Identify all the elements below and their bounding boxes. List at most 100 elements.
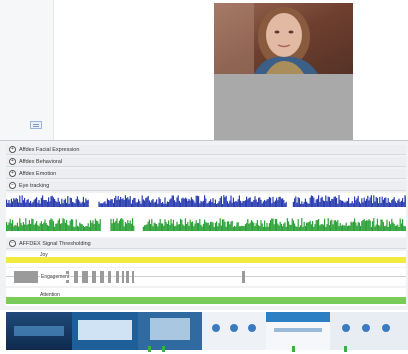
thumbnail[interactable] [138,312,202,350]
pupil-signal-bar [24,224,26,231]
pupil-signal-bar [61,223,63,231]
collapse-icon[interactable]: − [9,240,16,247]
pupil-signal-bar [198,223,200,231]
gaze-signal-bar [39,203,41,207]
gaze-signal-bar [69,197,71,207]
attention-bar [6,297,406,304]
pupil-signal-bar [176,221,178,231]
gaze-signal-bar [49,201,51,207]
pupil-signal-bar [142,226,144,231]
pupil-signal-bar [127,219,129,231]
pupil-signal-bar [357,222,359,231]
gaze-signal-bar [130,203,132,207]
gaze-signal-bar [229,200,231,207]
engagement-track: Engagement [6,268,406,286]
thumbnail-strip[interactable] [6,312,408,350]
gaze-signal-bar [154,201,156,207]
joy-track: Joy [6,251,406,267]
pupil-signal-bar [247,218,249,231]
gaze-signal-bar [344,202,346,207]
section-emotion[interactable]: + Affdex Emotion [6,169,406,179]
gaze-signal-bar [234,201,236,207]
pupil-signal-bar [81,224,83,231]
webcam-image [214,3,353,74]
gaze-signal-bar [76,196,78,207]
pupil-signal-bar [284,222,286,231]
expand-icon[interactable]: + [9,158,16,165]
gaze-signal-bar [376,198,378,207]
gaze-signal-bar [258,197,260,207]
pupil-signal-bar [212,222,214,231]
section-eye-tracking[interactable]: − Eye tracking [6,181,406,191]
pupil-signal-bar [294,223,296,231]
thumbnail[interactable] [72,312,138,350]
gaze-signal-bar [252,201,254,207]
pupil-signal-bar [180,218,182,231]
gaze-signal-bar [9,203,11,207]
gaze-signal-bar [157,203,159,207]
section-signal-thresholding[interactable]: − AFFDEX Signal Thresholding [6,239,406,249]
pupil-signal-bar [393,223,395,231]
pupil-signal-bar [58,218,60,231]
section-behavioral[interactable]: + Affdex Behavioral [6,157,406,167]
pupil-signal-bar [217,226,219,231]
pupil-signal-bar [360,225,362,231]
thumbnail[interactable] [330,312,408,350]
thumbnail[interactable] [266,312,330,350]
gaze-signal-bar [308,203,310,207]
pupil-signal-bar [120,218,122,231]
pupil-signal-bar [164,219,166,231]
pupil-signal-bar [20,223,22,231]
small-toolbar-button[interactable] [30,121,42,129]
gaze-signal-bar [210,199,212,207]
gaze-signal-bar [42,195,44,207]
pupil-signal-bar [238,226,240,231]
gaze-signal-bar [162,201,164,207]
gaze-signal-bar [398,198,400,207]
pupil-signal-bar [146,224,148,231]
pupil-signal-bar [338,225,340,231]
gaze-signal-bar [186,198,188,207]
gaze-signal-bar [195,195,197,207]
gaze-signal-bar [243,201,245,207]
thumbnail[interactable] [202,312,266,350]
pupil-signal-bar [64,222,66,231]
pupil-signal-bar [313,226,315,231]
gaze-signal-bar [19,195,21,207]
timeline-marker[interactable] [148,346,151,352]
pupil-signal-bar [163,225,165,231]
pupil-signal-bar [210,221,212,231]
gaze-signal-bar [120,196,122,207]
pupil-signal-bar [230,221,232,231]
pupil-signal-bar [150,223,152,231]
pupil-signal-bar [319,225,321,231]
gaze-signal-bar [370,195,372,207]
gaze-signal-bar [151,200,153,207]
expand-icon[interactable]: + [9,146,16,153]
pupil-signal-bar [392,222,394,231]
pupil-signal-bar [194,223,196,231]
expand-icon[interactable]: + [9,170,16,177]
gaze-signal-bar [386,202,388,207]
gaze-signal-bar [220,196,222,207]
timeline-marker[interactable] [292,346,295,352]
gaze-signal-bar [208,201,210,207]
timeline-marker[interactable] [162,346,165,352]
gaze-signal-bar [142,199,144,207]
pupil-signal-bar [370,226,372,231]
engagement-segment [100,271,104,283]
pupil-signal-bar [356,225,358,231]
gaze-signal-bar [28,202,30,207]
gaze-signal-bar [16,198,18,207]
gaze-signal-bar [66,202,68,207]
timeline-marker[interactable] [344,346,347,352]
section-label: AFFDEX Signal Thresholding [19,240,91,247]
collapse-icon[interactable]: − [9,182,16,189]
pupil-signal-bar [168,220,170,231]
thumbnail[interactable] [6,312,72,350]
gaze-signal-bar [135,202,137,207]
gaze-signal-bar [22,200,24,207]
pupil-signal-bar [301,218,303,231]
pupil-signal-bar [160,223,162,231]
section-facial-expression[interactable]: + Affdex Facial Expression [6,145,406,155]
